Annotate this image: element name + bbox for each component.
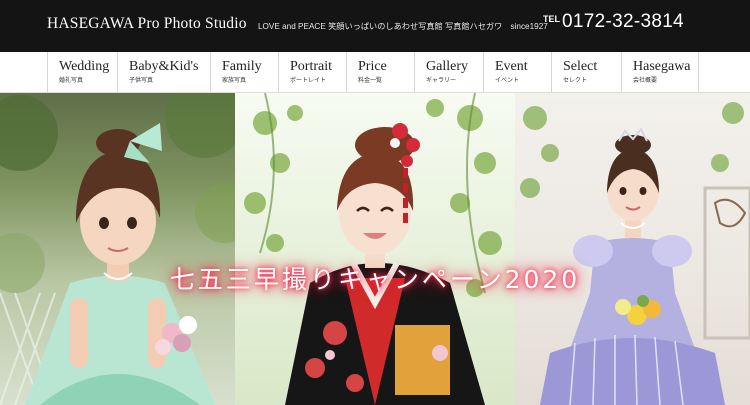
nav-sublabel: 料金一覧: [358, 77, 383, 84]
nav-label: Portrait: [290, 59, 332, 74]
nav-item-family[interactable]: Family 家族写真: [210, 52, 278, 92]
tel-label: TEL: [543, 14, 560, 24]
nav-item-wedding[interactable]: Wedding 婚礼写真: [47, 52, 117, 92]
nav-item-baby-kids[interactable]: Baby&Kid's 子供写真: [117, 52, 210, 92]
nav-sublabel: 婚礼写真: [59, 77, 84, 84]
site-logo[interactable]: HASEGAWA Pro Photo Studio: [47, 15, 247, 33]
nav-sublabel: 会社概要: [633, 77, 658, 84]
nav-sublabel: ポートレイト: [290, 77, 327, 84]
photo-illustration: [0, 93, 235, 405]
nav-label: Baby&Kid's: [129, 59, 199, 74]
nav-sublabel: セレクト: [563, 77, 588, 84]
nav-label: Price: [358, 59, 387, 74]
photo-illustration: [520, 102, 750, 405]
nav-sublabel: 子供写真: [129, 77, 154, 84]
nav-item-event[interactable]: Event イベント: [483, 52, 551, 92]
nav-item-select[interactable]: Select セレクト: [551, 52, 621, 92]
nav-item-price[interactable]: Price 料金一覧: [346, 52, 414, 92]
nav-sublabel: ギャラリー: [426, 77, 457, 84]
photo-illustration: [244, 93, 502, 405]
nav-label: Family: [222, 59, 262, 74]
child-in-kimono-photo: [235, 93, 515, 405]
nav-item-portrait[interactable]: Portrait ポートレイト: [278, 52, 346, 92]
campaign-banner-text[interactable]: 七五三早撮りキャンペーン2020: [0, 260, 750, 296]
hero-banner[interactable]: 七五三早撮りキャンペーン2020: [0, 93, 750, 405]
nav-label: Wedding: [59, 59, 110, 74]
nav-label: Select: [563, 59, 598, 74]
nav-item-hasegawa[interactable]: Hasegawa 会社概要: [621, 52, 699, 92]
nav-sublabel: イベント: [495, 77, 520, 84]
nav-sublabel: 家族写真: [222, 77, 247, 84]
tagline: LOVE and PEACE 笑顔いっぱいのしあわせ写真館 写真館ハセガワ si…: [258, 22, 548, 31]
phone-number[interactable]: 0172-32-3814: [562, 11, 684, 33]
main-nav: Wedding 婚礼写真 Baby&Kid's 子供写真 Family 家族写真…: [0, 52, 750, 93]
nav-label: Gallery: [426, 59, 468, 74]
nav-label: Event: [495, 59, 528, 74]
child-in-lavender-dress-photo: [515, 93, 750, 405]
nav-item-gallery[interactable]: Gallery ギャラリー: [414, 52, 483, 92]
header-bar: HASEGAWA Pro Photo Studio LOVE and PEACE…: [0, 0, 750, 52]
child-in-mint-dress-photo: [0, 93, 235, 405]
nav-label: Hasegawa: [633, 59, 691, 74]
